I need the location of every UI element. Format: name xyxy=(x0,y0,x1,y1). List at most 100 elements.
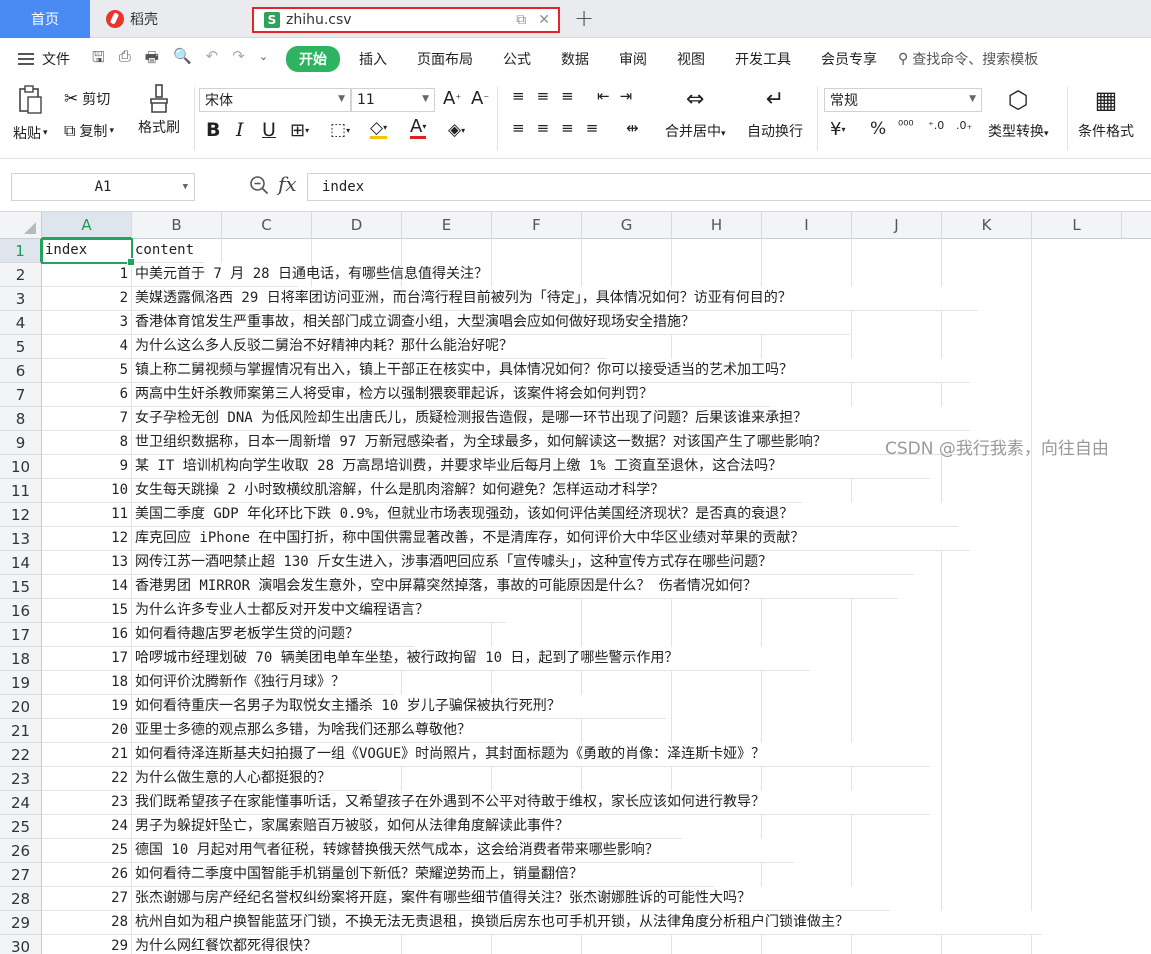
number-format-select[interactable]: 常规 ▼ xyxy=(824,88,982,112)
column-header-e[interactable]: E xyxy=(402,212,492,239)
decrease-font-icon[interactable]: A ⁻ xyxy=(471,88,489,109)
cell-index[interactable]: 22 xyxy=(42,767,132,791)
cell-content[interactable]: 为什么许多专业人士都反对开发中文编程语言？ xyxy=(132,599,506,623)
cell-style-icon[interactable]: ⬚ ▾ xyxy=(330,120,350,140)
row-header[interactable]: 4 xyxy=(0,311,42,335)
row-header[interactable]: 10 xyxy=(0,455,42,479)
font-name-select[interactable]: 宋体 ▼ xyxy=(199,88,351,112)
row-header[interactable]: 29 xyxy=(0,911,42,935)
cell-index[interactable]: 12 xyxy=(42,527,132,551)
row-header[interactable]: 22 xyxy=(0,743,42,767)
customize-toolbar-icon[interactable]: ⌄ xyxy=(259,47,268,72)
menu-member[interactable]: 会员专享 xyxy=(806,49,892,69)
cell-content[interactable]: 美媒透露佩洛西 29 日将率团访问亚洲，而台湾行程目前被列为「待定」，具体情况如… xyxy=(132,287,978,311)
cell-content[interactable]: 哈啰城市经理划破 70 辆美团电单车坐垫，被行政拘留 10 日，起到了哪些警示作… xyxy=(132,647,810,671)
cell-content[interactable]: 中美元首于 7 月 28 日通电话，有哪些信息值得关注？ xyxy=(132,263,488,287)
file-menu[interactable]: 文件 xyxy=(0,49,82,69)
cell-content[interactable]: 某 IT 培训机构向学生收取 28 万高昂培训费，并要求毕业后每月上缴 1% 工… xyxy=(132,455,930,479)
row-header[interactable]: 5 xyxy=(0,335,42,359)
cell-content[interactable]: 美国二季度 GDP 年化环比下跌 0.9%，但就业市场表现强劲，该如何评估美国经… xyxy=(132,503,958,527)
cell-content[interactable]: 张杰谢娜与房产经纪名誉权纠纷案将开庭，案件有哪些细节值得关注？张杰谢娜胜诉的可能… xyxy=(132,887,890,911)
vertical-align-icons[interactable]: ≡≡≡ xyxy=(512,87,586,105)
row-header[interactable]: 3 xyxy=(0,287,42,311)
row-header[interactable]: 17 xyxy=(0,623,42,647)
new-tab-button[interactable]: + xyxy=(574,4,594,32)
print-preview-icon[interactable]: 🔍 xyxy=(173,47,192,72)
row-header[interactable]: 24 xyxy=(0,791,42,815)
column-header-a[interactable]: A xyxy=(42,212,132,239)
cell-index[interactable]: 4 xyxy=(42,335,132,359)
border-icon[interactable]: ⊞ ▾ xyxy=(290,120,309,141)
indent-icons[interactable]: ⇤⇥ xyxy=(597,87,642,105)
column-header-b[interactable]: B xyxy=(132,212,222,239)
percent-icon[interactable]: % xyxy=(870,119,886,139)
row-header[interactable]: 8 xyxy=(0,407,42,431)
cell-index[interactable]: 5 xyxy=(42,359,132,383)
cell-content[interactable]: 我们既希望孩子在家能懂事听话，又希望孩子在外遇到不公平对待敢于维权，家长应该如何… xyxy=(132,791,930,815)
export-pdf-icon[interactable]: ⎙ xyxy=(119,47,131,72)
tab-daoke[interactable]: 稻壳 xyxy=(96,0,248,38)
thousands-icon[interactable]: ⁰⁰⁰ xyxy=(898,119,914,134)
increase-decimal-icon[interactable]: ⁺.0 xyxy=(928,119,944,132)
active-cell-a1[interactable] xyxy=(41,238,135,266)
cell-index[interactable]: 13 xyxy=(42,551,132,575)
type-convert-button[interactable]: ⬡ 类型转换▾ xyxy=(988,87,1049,141)
cell-content[interactable]: content xyxy=(132,239,204,263)
undo-icon[interactable]: ↶ xyxy=(206,47,219,72)
row-header[interactable]: 13 xyxy=(0,527,42,551)
pin-window-icon[interactable]: ⧉ xyxy=(516,12,526,28)
menu-formulas[interactable]: 公式 xyxy=(488,49,546,69)
cell-content[interactable]: 男子为躲捉奸坠亡，家属索赔百万被驳，如何从法律角度解读此事件？ xyxy=(132,815,682,839)
decrease-decimal-icon[interactable]: .0₊ xyxy=(956,119,972,132)
cell-content[interactable]: 如何看待泽连斯基夫妇拍摄了一组《VOGUE》时尚照片，其封面标题为《勇敢的肖像：… xyxy=(132,743,930,767)
underline-button[interactable]: U xyxy=(262,119,276,141)
cell-index[interactable]: 25 xyxy=(42,839,132,863)
formula-input[interactable]: index xyxy=(307,173,1151,201)
cell-index[interactable]: 18 xyxy=(42,671,132,695)
cell-index[interactable]: 16 xyxy=(42,623,132,647)
cell-index[interactable]: 3 xyxy=(42,311,132,335)
row-header[interactable]: 6 xyxy=(0,359,42,383)
row-header[interactable]: 11 xyxy=(0,479,42,503)
bold-button[interactable]: B xyxy=(206,119,220,141)
menu-insert[interactable]: 插入 xyxy=(344,49,402,69)
font-size-select[interactable]: 11 ▼ xyxy=(351,88,435,112)
cell-index[interactable]: 15 xyxy=(42,599,132,623)
cell-index[interactable]: 11 xyxy=(42,503,132,527)
cut-button[interactable]: ✂ 剪切 xyxy=(64,89,110,109)
column-header-g[interactable]: G xyxy=(582,212,672,239)
column-header-h[interactable]: H xyxy=(672,212,762,239)
column-header-f[interactable]: F xyxy=(492,212,582,239)
cell-index[interactable]: 7 xyxy=(42,407,132,431)
wrap-text-button[interactable]: ↵ 自动换行 xyxy=(747,87,803,141)
row-header[interactable]: 27 xyxy=(0,863,42,887)
name-box[interactable]: A1 ▼ xyxy=(11,173,195,201)
cell-index[interactable]: 29 xyxy=(42,935,132,954)
redo-icon[interactable]: ↷ xyxy=(232,47,245,72)
column-header-k[interactable]: K xyxy=(942,212,1032,239)
cell-content[interactable]: 香港体育馆发生严重事故，相关部门成立调查小组，大型演唱会应如何做好现场安全措施？ xyxy=(132,311,850,335)
horizontal-align-icons[interactable]: ≡≡≡≡ xyxy=(512,119,610,137)
cell-index[interactable]: 6 xyxy=(42,383,132,407)
cell-index[interactable]: 8 xyxy=(42,431,132,455)
cell-content[interactable]: 女子孕检无创 DNA 为低风险却生出唐氏儿，质疑检测报告造假，是哪一环节出现了问… xyxy=(132,407,970,431)
menu-start[interactable]: 开始 xyxy=(286,46,341,72)
cell-index[interactable]: 14 xyxy=(42,575,132,599)
column-header-i[interactable]: I xyxy=(762,212,852,239)
distributed-align-icon[interactable]: ⇹ xyxy=(626,119,639,137)
row-header[interactable]: 1 xyxy=(0,239,42,263)
cell-content[interactable]: 如何看待二季度中国智能手机销量创下新低？荣耀逆势而上，销量翻倍？ xyxy=(132,863,714,887)
menu-developer[interactable]: 开发工具 xyxy=(720,49,806,69)
row-header[interactable]: 19 xyxy=(0,671,42,695)
cell-index[interactable]: 24 xyxy=(42,815,132,839)
cell-index[interactable]: 19 xyxy=(42,695,132,719)
cell-content[interactable]: 香港男团 MIRROR 演唱会发生意外，空中屏幕突然掉落，事故的可能原因是什么？… xyxy=(132,575,898,599)
row-header[interactable]: 26 xyxy=(0,839,42,863)
menu-view[interactable]: 视图 xyxy=(662,49,720,69)
cell-content[interactable]: 女生每天跳操 2 小时致横纹肌溶解，什么是肌肉溶解？如何避免？怎样运动才科学？ xyxy=(132,479,802,503)
cell-content[interactable]: 如何看待重庆一名男子为取悦女主播杀 10 岁儿子骗保被执行死刑？ xyxy=(132,695,666,719)
cell-index[interactable]: 9 xyxy=(42,455,132,479)
row-header[interactable]: 2 xyxy=(0,263,42,287)
cell-index[interactable]: 23 xyxy=(42,791,132,815)
clear-format-icon[interactable]: ◈ ▾ xyxy=(448,120,465,140)
